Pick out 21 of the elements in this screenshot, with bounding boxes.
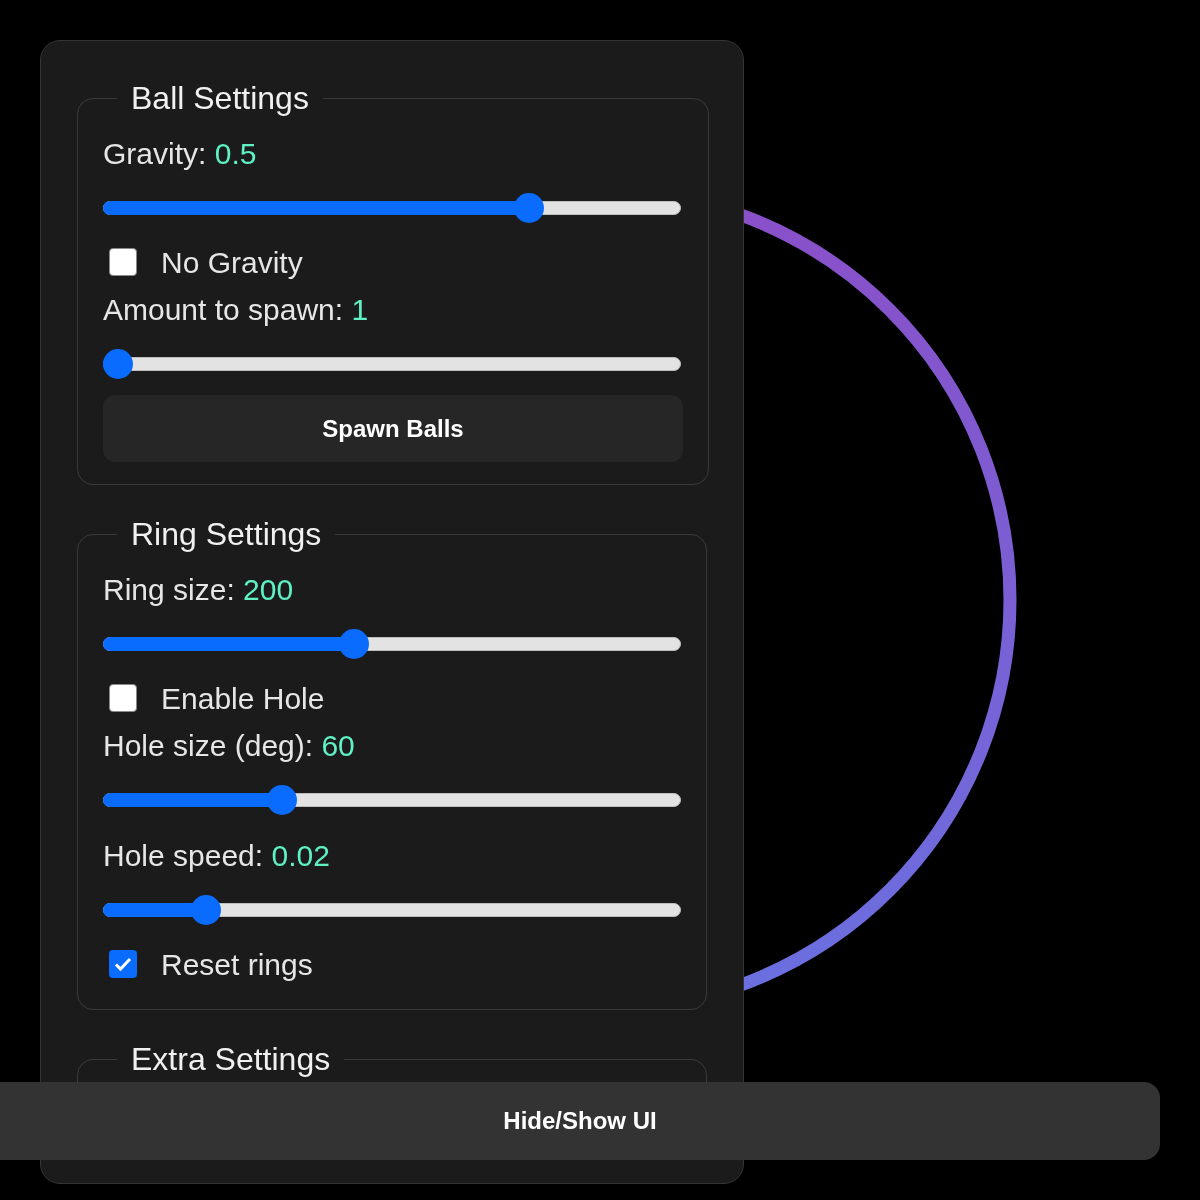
group-legend: Ball Settings <box>117 79 323 117</box>
checkbox-label: No Gravity <box>161 244 303 281</box>
group-legend: Extra Settings <box>117 1040 345 1078</box>
hide-show-button[interactable]: Hide/Show UI <box>0 1082 1160 1160</box>
slider-label: Ring size: 200 <box>103 571 294 608</box>
slider[interactable] <box>103 895 681 925</box>
slider-label: Gravity: 0.5 <box>103 135 257 172</box>
slider-label: Hole speed: 0.02 <box>103 837 330 874</box>
slider[interactable] <box>103 193 681 223</box>
group-legend: Ring Settings <box>117 515 336 553</box>
slider[interactable] <box>103 785 681 815</box>
checkbox-label: Enable Hole <box>161 680 325 717</box>
slider[interactable] <box>103 349 681 379</box>
checkbox-label: Reset rings <box>161 946 313 983</box>
checkbox[interactable] <box>109 248 137 276</box>
slider[interactable] <box>103 629 681 659</box>
checkbox[interactable] <box>109 684 137 712</box>
slider-label: Amount to spawn: 1 <box>103 291 369 328</box>
spawn-button[interactable]: Spawn Balls <box>103 395 683 462</box>
checkbox[interactable] <box>109 950 137 978</box>
slider-label: Hole size (deg): 60 <box>103 727 355 764</box>
